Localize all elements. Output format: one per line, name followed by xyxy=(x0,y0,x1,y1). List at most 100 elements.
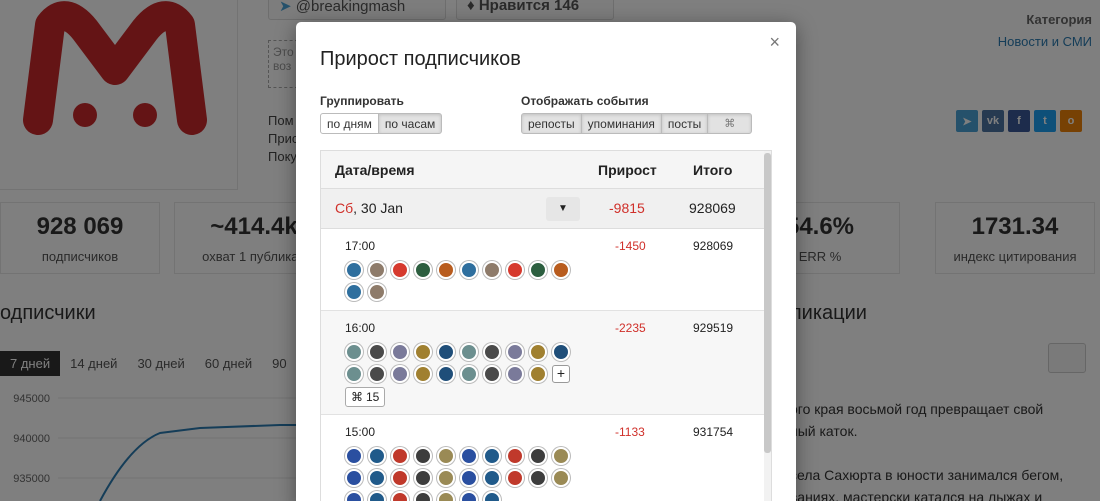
hour-gain: -1133 xyxy=(615,425,645,439)
source-avatar[interactable] xyxy=(391,469,409,487)
hour-total: 931754 xyxy=(693,425,734,439)
command-icon: ⌘ xyxy=(351,390,363,404)
more-events-chip[interactable]: ⌘ 15 xyxy=(345,387,386,407)
col-total-header: Итого xyxy=(693,162,733,178)
col-gain-header: Прирост xyxy=(598,162,657,178)
source-avatar[interactable] xyxy=(552,261,570,279)
source-avatar[interactable] xyxy=(345,365,363,383)
source-avatar[interactable] xyxy=(345,491,363,501)
source-avatar[interactable] xyxy=(368,365,386,383)
source-avatar[interactable] xyxy=(552,343,570,361)
source-avatar[interactable] xyxy=(460,447,478,465)
col-date-header: Дата/время xyxy=(335,162,415,178)
source-avatar[interactable] xyxy=(483,491,501,501)
source-avatar[interactable] xyxy=(391,261,409,279)
source-avatar[interactable] xyxy=(345,261,363,279)
day-label: Сб, 30 Jan xyxy=(335,200,403,216)
day-total: 928069 xyxy=(689,200,736,216)
hour-time: 15:00 xyxy=(345,425,376,439)
source-avatar[interactable] xyxy=(529,365,547,383)
events-toggle: репосты упоминания посты ⌘ xyxy=(521,113,753,134)
source-avatar[interactable] xyxy=(437,343,455,361)
source-avatar[interactable] xyxy=(414,447,432,465)
source-avatar[interactable] xyxy=(414,469,432,487)
source-avatar[interactable] xyxy=(437,447,455,465)
event-avatars: + xyxy=(345,343,585,383)
source-avatar[interactable] xyxy=(552,447,570,465)
source-avatar[interactable] xyxy=(414,491,432,501)
source-avatar[interactable] xyxy=(460,261,478,279)
source-avatar[interactable] xyxy=(552,469,570,487)
source-avatar[interactable] xyxy=(414,261,432,279)
source-avatar[interactable] xyxy=(345,469,363,487)
event-avatars xyxy=(345,261,585,301)
subscriber-growth-modal: Прирост подписчиков × Группировать по дн… xyxy=(296,22,796,501)
source-avatar[interactable] xyxy=(529,447,547,465)
chevron-down-icon[interactable]: ▼ xyxy=(546,197,580,221)
source-avatar[interactable] xyxy=(506,447,524,465)
source-avatar[interactable] xyxy=(368,283,386,301)
group-by-day-button[interactable]: по дням xyxy=(320,113,379,134)
event-avatars xyxy=(345,447,585,501)
source-avatar[interactable] xyxy=(529,469,547,487)
source-avatar[interactable] xyxy=(368,261,386,279)
source-avatar[interactable] xyxy=(368,447,386,465)
group-toggle: по дням по часам xyxy=(320,113,443,134)
command-icon-button[interactable]: ⌘ xyxy=(707,113,753,134)
source-avatar[interactable] xyxy=(414,365,432,383)
group-label: Группировать xyxy=(320,94,404,108)
source-avatar[interactable] xyxy=(391,491,409,501)
table-header: Дата/время Прирост Итого xyxy=(321,151,771,189)
command-icon: ⌘ xyxy=(724,118,736,130)
close-icon[interactable]: × xyxy=(769,32,780,53)
source-avatar[interactable] xyxy=(460,491,478,501)
hour-row: 15:00 -1133 931754 xyxy=(321,415,771,501)
posts-button[interactable]: посты xyxy=(660,113,709,134)
source-avatar[interactable] xyxy=(483,343,501,361)
source-avatar[interactable] xyxy=(529,261,547,279)
day-gain: -9815 xyxy=(609,200,645,216)
source-avatar[interactable] xyxy=(437,491,455,501)
source-avatar[interactable] xyxy=(437,261,455,279)
source-avatar[interactable] xyxy=(483,365,501,383)
source-avatar[interactable] xyxy=(345,343,363,361)
hour-gain: -1450 xyxy=(615,239,646,253)
table-scrollbar[interactable] xyxy=(764,151,771,501)
source-avatar[interactable] xyxy=(506,343,524,361)
day-row[interactable]: Сб, 30 Jan ▼ -9815 928069 xyxy=(321,189,771,229)
mentions-button[interactable]: упоминания xyxy=(580,113,662,134)
source-avatar[interactable] xyxy=(414,343,432,361)
source-avatar[interactable] xyxy=(391,343,409,361)
day-date: , 30 Jan xyxy=(353,200,403,216)
modal-title: Прирост подписчиков xyxy=(320,48,521,70)
source-avatar[interactable] xyxy=(529,343,547,361)
hour-row: 16:00 -2235 929519 + ⌘ 15 xyxy=(321,311,771,415)
source-avatar[interactable] xyxy=(437,365,455,383)
source-avatar[interactable] xyxy=(506,365,524,383)
source-avatar[interactable] xyxy=(368,491,386,501)
reposts-button[interactable]: репосты xyxy=(521,113,582,134)
source-avatar[interactable] xyxy=(391,365,409,383)
growth-table: Дата/время Прирост Итого Сб, 30 Jan ▼ -9… xyxy=(320,150,772,501)
plus-icon[interactable]: + xyxy=(552,365,570,383)
source-avatar[interactable] xyxy=(437,469,455,487)
source-avatar[interactable] xyxy=(391,447,409,465)
hour-row: 17:00 -1450 928069 xyxy=(321,229,771,311)
source-avatar[interactable] xyxy=(483,469,501,487)
hour-time: 17:00 xyxy=(345,239,376,253)
source-avatar[interactable] xyxy=(483,447,501,465)
source-avatar[interactable] xyxy=(460,365,478,383)
source-avatar[interactable] xyxy=(368,469,386,487)
source-avatar[interactable] xyxy=(460,469,478,487)
source-avatar[interactable] xyxy=(483,261,501,279)
source-avatar[interactable] xyxy=(345,283,363,301)
source-avatar[interactable] xyxy=(368,343,386,361)
group-by-hour-button[interactable]: по часам xyxy=(377,113,443,134)
source-avatar[interactable] xyxy=(345,447,363,465)
scroll-thumb[interactable] xyxy=(764,153,771,453)
source-avatar[interactable] xyxy=(506,261,524,279)
more-events-count: 15 xyxy=(366,390,380,404)
hour-total: 929519 xyxy=(693,321,734,335)
source-avatar[interactable] xyxy=(506,469,524,487)
source-avatar[interactable] xyxy=(460,343,478,361)
